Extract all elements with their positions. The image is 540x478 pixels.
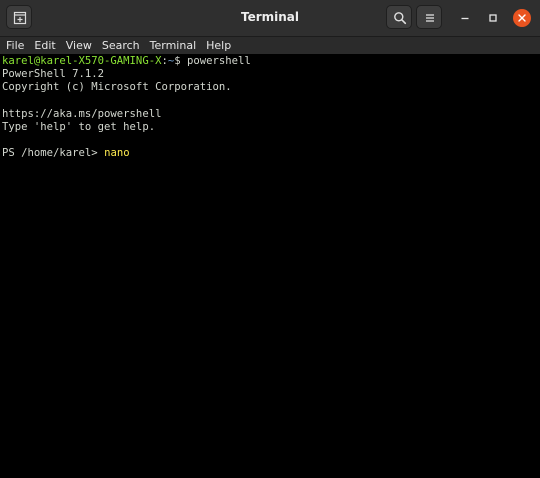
ps-prompt-line: PS /home/karel> nano <box>2 147 540 160</box>
menu-help[interactable]: Help <box>201 37 236 54</box>
menu-terminal[interactable]: Terminal <box>145 37 202 54</box>
menu-file[interactable]: File <box>0 37 29 54</box>
search-button[interactable] <box>386 5 412 29</box>
new-tab-icon <box>13 11 27 25</box>
maximize-icon <box>489 14 497 22</box>
prompt-user-host: karel@karel-X570-GAMING-X <box>2 55 162 67</box>
title-bar[interactable]: Terminal <box>0 0 540 37</box>
hamburger-menu-button[interactable] <box>416 5 442 29</box>
ps-command: nano <box>104 147 130 160</box>
menu-edit[interactable]: Edit <box>29 37 60 54</box>
shell-prompt-line: karel@karel-X570-GAMING-X:~$ powershell <box>2 55 540 68</box>
menu-bar: File Edit View Search Terminal Help <box>0 37 540 54</box>
close-icon <box>518 14 526 22</box>
search-icon <box>394 12 407 25</box>
hamburger-menu-icon <box>426 14 434 22</box>
output-line: Type 'help' to get help. <box>2 120 156 133</box>
close-button[interactable] <box>513 9 531 27</box>
menu-view[interactable]: View <box>61 37 97 54</box>
maximize-button[interactable] <box>484 9 502 27</box>
output-line: https://aka.ms/powershell <box>2 107 162 120</box>
ps-prompt: PS /home/karel> <box>2 147 105 160</box>
terminal-window: Terminal File Edit View Search Terminal … <box>0 0 540 478</box>
new-tab-button[interactable] <box>6 5 32 29</box>
prompt-command: powershell <box>187 55 251 67</box>
output-line: Copyright (c) Microsoft Corporation. <box>2 81 232 94</box>
menu-search[interactable]: Search <box>97 37 145 54</box>
terminal-output[interactable]: karel@karel-X570-GAMING-X:~$ powershell … <box>0 54 540 478</box>
prompt-symbol: $ <box>174 55 187 67</box>
output-line: PowerShell 7.1.2 <box>2 68 105 81</box>
minimize-icon <box>461 17 469 20</box>
minimize-button[interactable] <box>456 9 474 27</box>
